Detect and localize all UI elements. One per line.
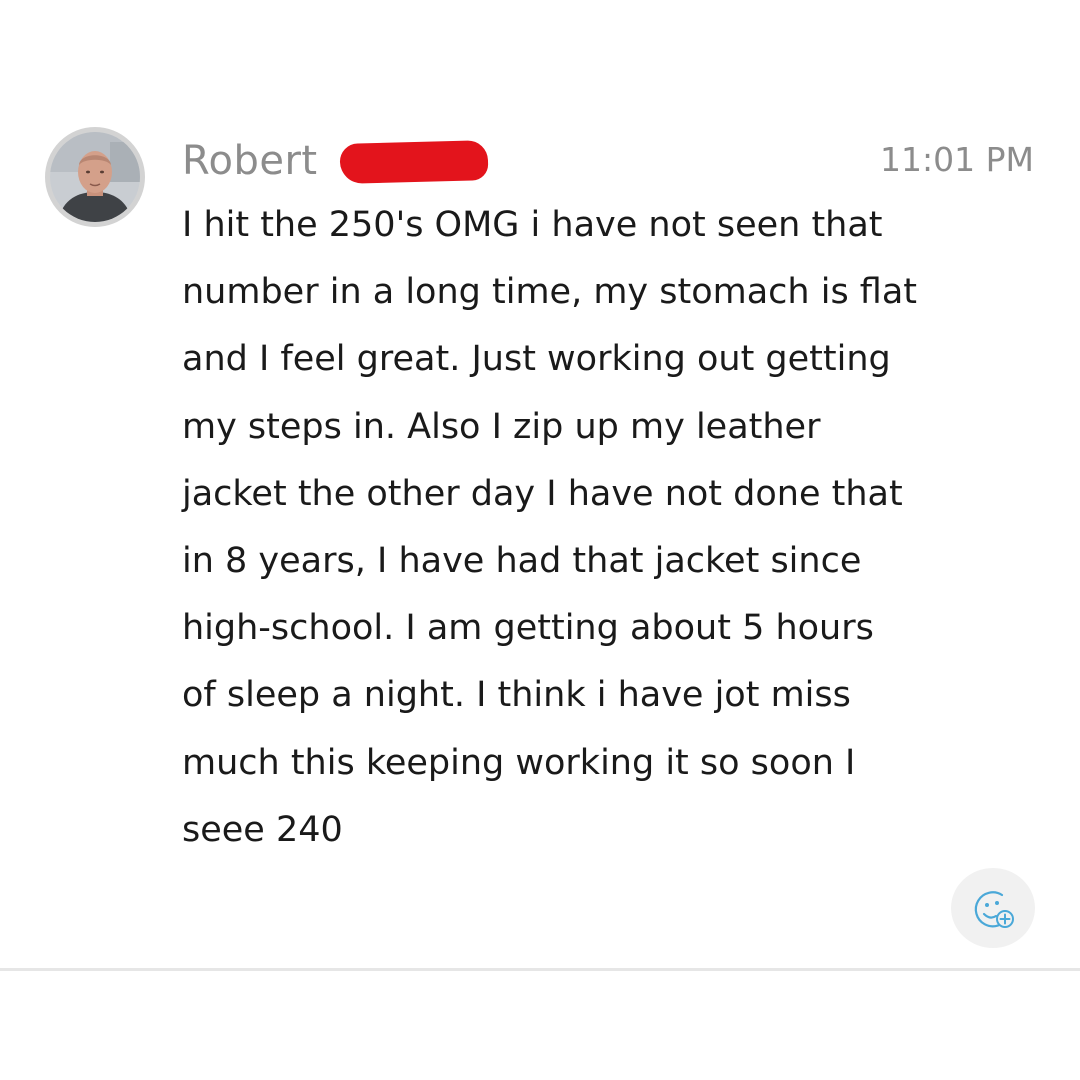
message-body: I hit the 250's OMG i have not seen that… [182, 192, 1042, 864]
message-line: of sleep a night. I think i have jot mis… [182, 675, 851, 716]
avatar-photo-icon [50, 132, 140, 222]
message-line: number in a long time, my stomach is fla… [182, 272, 918, 313]
redaction-mark [339, 140, 489, 184]
message-line: and I feel great. Just working out getti… [182, 339, 891, 380]
message-timestamp: 11:01 PM [880, 140, 1034, 179]
message-line: high-school. I am getting about 5 hours [182, 608, 874, 649]
sender-name: Robert [182, 138, 318, 184]
avatar[interactable] [45, 127, 145, 227]
divider [0, 968, 1080, 971]
add-reaction-smiley-icon [974, 891, 1014, 928]
message-line: much this keeping working it so soon I [182, 742, 856, 783]
message-line: seee 240 [182, 809, 343, 850]
message-line: jacket the other day I have not done tha… [182, 473, 903, 514]
message-item: Robert 11:01 PM I hit the 250's OMG i ha… [0, 0, 1080, 970]
message-line: in 8 years, I have had that jacket since [182, 541, 862, 582]
add-reaction-button[interactable] [951, 868, 1035, 948]
message-line: my steps in. Also I zip up my leather [182, 406, 821, 447]
message-line: I hit the 250's OMG i have not seen that [182, 205, 883, 245]
